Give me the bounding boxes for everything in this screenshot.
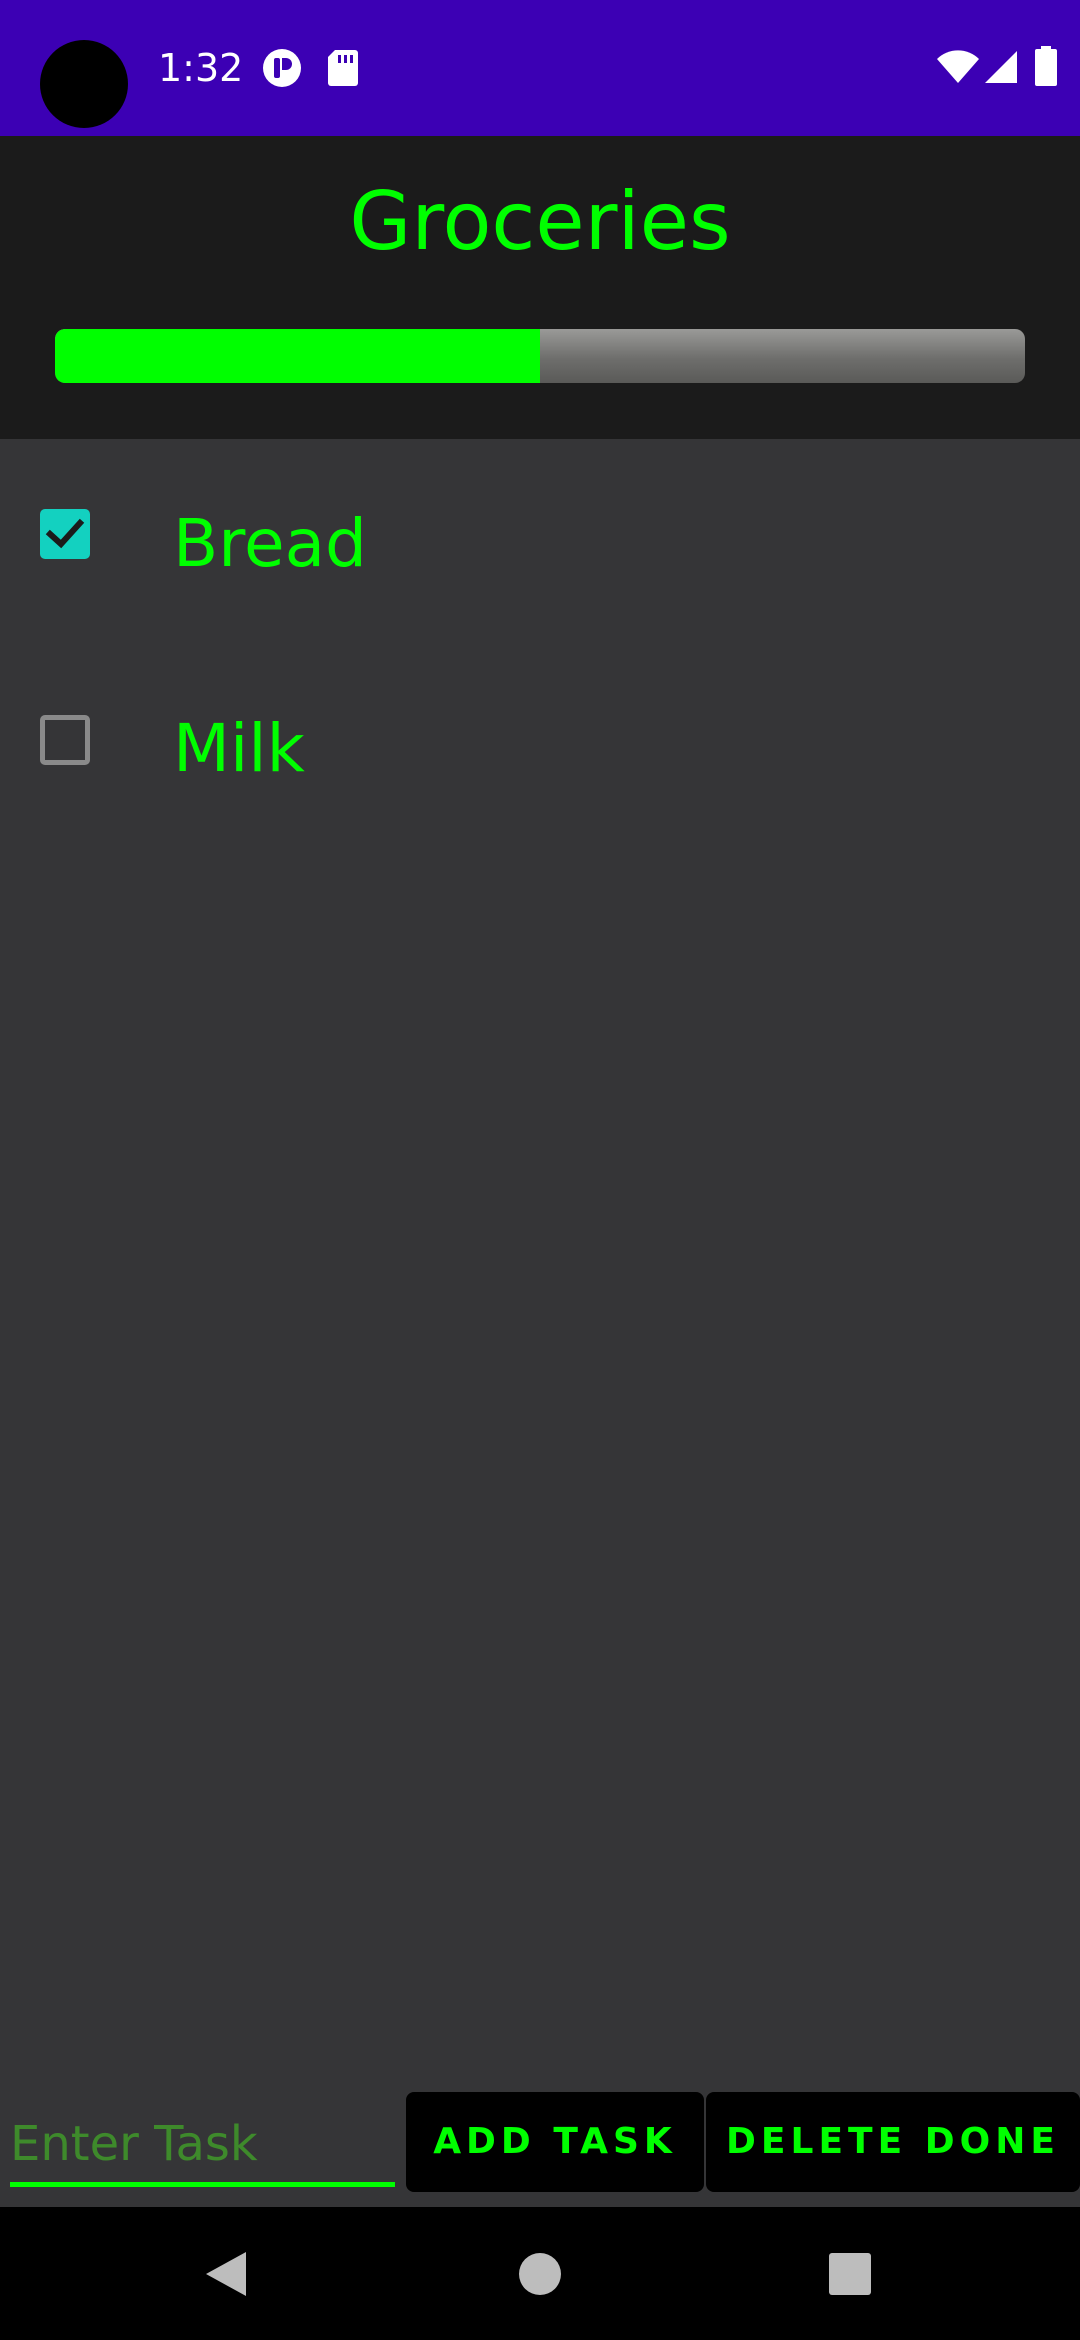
- task-checkbox[interactable]: [40, 509, 90, 559]
- task-row[interactable]: Milk: [0, 644, 1080, 824]
- progress-bar: [55, 329, 1025, 383]
- notification-app-icon: [262, 48, 302, 88]
- navigation-bar: [0, 2207, 1080, 2340]
- delete-done-button[interactable]: DELETE DONE: [706, 2092, 1080, 2192]
- task-input[interactable]: [10, 2105, 395, 2182]
- task-input-container: [10, 2105, 395, 2187]
- task-label: Milk: [173, 710, 305, 787]
- recents-icon[interactable]: [780, 2207, 920, 2340]
- sd-card-icon: [327, 48, 359, 88]
- battery-icon: [1034, 46, 1058, 86]
- list-header: Groceries: [0, 136, 1080, 439]
- progress-fill: [55, 329, 540, 383]
- cellular-signal-icon: [984, 50, 1018, 84]
- add-task-button[interactable]: ADD TASK: [406, 2092, 704, 2192]
- back-icon[interactable]: [156, 2207, 296, 2340]
- camera-cutout: [40, 40, 128, 128]
- status-time: 1:32: [158, 46, 244, 90]
- task-checkbox[interactable]: [40, 715, 90, 765]
- task-label: Bread: [173, 505, 367, 582]
- task-row[interactable]: Bread: [0, 439, 1080, 619]
- home-icon[interactable]: [470, 2207, 610, 2340]
- wifi-icon: [936, 50, 980, 84]
- status-bar: 1:32: [0, 0, 1080, 136]
- page-title: Groceries: [349, 175, 731, 268]
